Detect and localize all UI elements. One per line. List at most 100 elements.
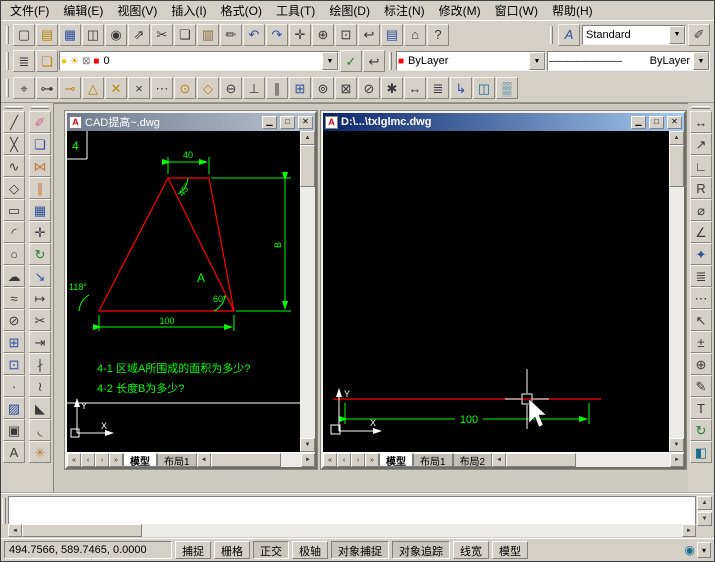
tab-prev-icon[interactable]: ‹	[337, 453, 351, 467]
grid-status-toggle[interactable]: 栅格	[214, 541, 250, 559]
dim-continue-button[interactable]: ⋯	[690, 287, 712, 309]
tab-next-icon[interactable]: ›	[95, 453, 109, 467]
text-style-button[interactable]: A	[558, 23, 580, 46]
horizontal-scrollbar[interactable]: ◄ ►	[196, 453, 315, 467]
quick-leader-button[interactable]: ↖	[690, 309, 712, 331]
menu-item[interactable]: 编辑(E)	[56, 0, 110, 21]
snap-center-button[interactable]: ⊙	[174, 77, 196, 99]
temporary-track-point-button[interactable]: ⌖	[13, 77, 35, 99]
dim-edit-button[interactable]: ✎	[690, 375, 712, 397]
quick-dimension-button[interactable]: ✦	[690, 243, 712, 265]
command-vertical-scrollbar[interactable]: ▲ ▼	[697, 496, 712, 526]
hatch-button[interactable]: ▨	[3, 397, 25, 419]
break-at-point-button[interactable]: ∤	[29, 353, 51, 375]
ellipse-button[interactable]: ⊘	[3, 309, 25, 331]
text-style-combo[interactable]: Standard ▼	[582, 24, 686, 45]
dim-style-button[interactable]: ◧	[690, 441, 712, 463]
scroll-thumb[interactable]	[210, 453, 281, 467]
model-tab[interactable]: 模型	[379, 453, 413, 468]
scale-button[interactable]: ↘	[29, 265, 51, 287]
fillet-button[interactable]: ◟	[29, 419, 51, 441]
inquiry-distance-button[interactable]: ↔	[404, 77, 426, 99]
model-tab[interactable]: 模型	[123, 453, 157, 468]
point-button[interactable]: ∙	[3, 375, 25, 397]
save-file-button[interactable]: ▦	[59, 23, 81, 46]
toolbar-grip[interactable]	[550, 25, 553, 44]
move-button[interactable]: ✛	[29, 221, 51, 243]
color-combo[interactable]: ■ ByLayer ▼	[396, 51, 546, 71]
construction-line-button[interactable]: ╳	[3, 133, 25, 155]
snap-tangent-button[interactable]: ⊖	[220, 77, 242, 99]
layers-button[interactable]: ❏	[36, 50, 58, 72]
scroll-down-icon[interactable]: ▼	[669, 438, 684, 452]
tab-next-icon[interactable]: ›	[351, 453, 365, 467]
drawing-canvas[interactable]: 100 Y X	[323, 131, 669, 452]
tab-first-icon[interactable]: «	[67, 453, 81, 467]
combo-arrow-icon[interactable]: ▼	[693, 52, 709, 70]
scroll-up-icon[interactable]: ▲	[300, 131, 315, 145]
make-block-button[interactable]: ⊡	[3, 353, 25, 375]
plot-button[interactable]: ◫	[82, 23, 104, 46]
explode-button[interactable]: ✳	[29, 441, 51, 463]
dim-angular-button[interactable]: ∠	[690, 221, 712, 243]
arc-button[interactable]: ◜	[3, 221, 25, 243]
menu-item[interactable]: 窗口(W)	[488, 0, 545, 21]
break-button[interactable]: ≀	[29, 375, 51, 397]
snap-node-button[interactable]: ⊚	[312, 77, 334, 99]
toolbar-grip[interactable]	[6, 79, 9, 97]
menu-item[interactable]: 工具(T)	[269, 0, 322, 21]
layer-on-bulb-icon[interactable]: ●	[61, 56, 67, 67]
layer-color-swatch-icon[interactable]: ■	[93, 56, 99, 67]
layout1-tab[interactable]: 布局1	[413, 453, 453, 468]
toolbar-grip[interactable]	[389, 52, 392, 70]
dim-baseline-button[interactable]: ≣	[690, 265, 712, 287]
viewports-button[interactable]: ▒	[496, 77, 518, 99]
combo-arrow-icon[interactable]: ▼	[669, 25, 685, 44]
toolbar-grip[interactable]	[692, 106, 710, 109]
menu-item[interactable]: 标注(N)	[377, 0, 432, 21]
tray-arrow-icon[interactable]: ▾	[697, 542, 711, 558]
polyline-button[interactable]: ∿	[3, 155, 25, 177]
close-button[interactable]: ✕	[298, 115, 313, 129]
new-file-button[interactable]: ▢	[13, 23, 35, 46]
snap-extension-button[interactable]: ⋯	[151, 77, 173, 99]
erase-button[interactable]: ✐	[29, 111, 51, 133]
ucs-button[interactable]: ↳	[450, 77, 472, 99]
horizontal-scrollbar[interactable]: ◄ ►	[492, 453, 684, 467]
layer-lock-icon[interactable]: ⊠	[82, 56, 90, 67]
snap-apparent-intersection-button[interactable]: ×	[128, 77, 150, 99]
layer-combo[interactable]: ● ☀ ⊠ ■ 0 ▼	[59, 51, 339, 71]
toolbar-grip[interactable]	[6, 52, 9, 70]
polar-status-toggle[interactable]: 极轴	[292, 541, 328, 559]
multiline-text-button[interactable]: A	[3, 441, 25, 463]
command-history[interactable]: 命令: 命令: _.erase 找到 1 个	[8, 496, 696, 526]
open-file-button[interactable]: ▤	[36, 23, 58, 46]
spline-button[interactable]: ≈	[3, 287, 25, 309]
insert-block-button[interactable]: ⊞	[3, 331, 25, 353]
scroll-down-icon[interactable]: ▼	[300, 438, 315, 452]
pan-realtime-button[interactable]: ✛	[289, 23, 311, 46]
snap-intersection-button[interactable]: ✕	[105, 77, 127, 99]
polygon-button[interactable]: ◇	[3, 177, 25, 199]
scroll-thumb[interactable]	[669, 145, 684, 187]
model-status-toggle[interactable]: 模型	[492, 541, 528, 559]
snap-status-toggle[interactable]: 捕捉	[175, 541, 211, 559]
vertical-scrollbar[interactable]: ▲ ▼	[300, 131, 315, 452]
maximize-button[interactable]: □	[280, 115, 295, 129]
snap-from-button[interactable]: ⊶	[36, 77, 58, 99]
osnap-settings-button[interactable]: ✱	[381, 77, 403, 99]
snap-quadrant-button[interactable]: ◇	[197, 77, 219, 99]
make-object-layer-current-button[interactable]: ✓	[340, 50, 362, 72]
snap-none-button[interactable]: ⊘	[358, 77, 380, 99]
scroll-left-icon[interactable]: ◄	[8, 524, 22, 537]
help-button[interactable]: ?	[427, 23, 449, 46]
scroll-right-icon[interactable]: ►	[301, 453, 315, 467]
dwg-file-icon[interactable]: A	[325, 115, 338, 129]
undo-button[interactable]: ↶	[243, 23, 265, 46]
center-mark-button[interactable]: ⊕	[690, 353, 712, 375]
dim-radius-button[interactable]: R	[690, 177, 712, 199]
layout2-tab[interactable]: 布局2	[452, 453, 493, 468]
drawing-canvas[interactable]: 4 40 100 B 45° 118° 60° A 4-1 区域A所围成的面积为…	[67, 131, 300, 452]
vertical-scrollbar[interactable]: ▲ ▼	[669, 131, 684, 452]
rotate-button[interactable]: ↻	[29, 243, 51, 265]
